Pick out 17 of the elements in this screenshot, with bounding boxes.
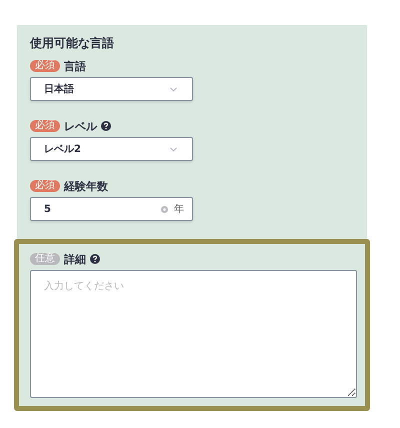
required-badge: 必須 <box>30 120 60 132</box>
field-label: 言語 <box>64 60 86 72</box>
field-label: 詳細 <box>64 254 86 264</box>
unit-label: 年 <box>174 202 184 216</box>
section-title: 使用可能な言語 <box>30 35 115 51</box>
select-value: 日本語 <box>44 82 74 96</box>
required-badge: 任意 <box>30 253 60 265</box>
input-field[interactable]: 5 年 <box>30 197 193 221</box>
required-badge: 必須 <box>30 180 60 192</box>
select-field[interactable]: 日本語 <box>30 77 193 101</box>
select-value: レベル2 <box>44 142 81 156</box>
textarea-field[interactable]: 入力してください <box>30 270 357 398</box>
input-value: 5 <box>44 202 51 216</box>
field-label: レベル <box>64 120 97 132</box>
field-label: 経験年数 <box>64 180 108 192</box>
required-badge: 必須 <box>30 60 60 72</box>
select-field[interactable]: レベル2 <box>30 137 193 161</box>
